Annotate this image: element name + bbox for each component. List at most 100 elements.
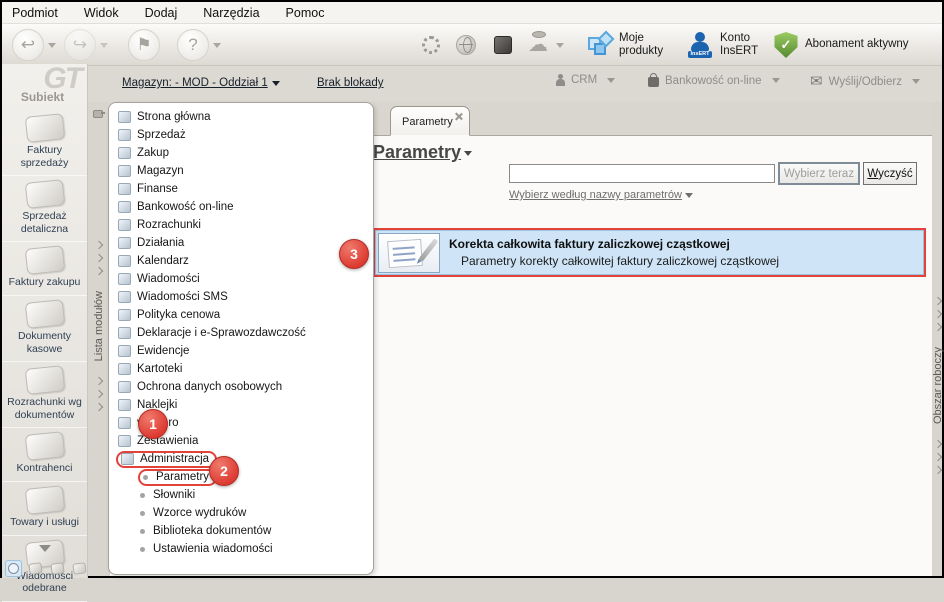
cloud-dropdown-caret-icon[interactable]: [556, 42, 564, 48]
workspace-strip[interactable]: Obszar roboczy: [932, 102, 944, 578]
module-item[interactable]: Zakup: [116, 144, 373, 162]
forward-dropdown-caret-icon[interactable]: [100, 43, 108, 48]
help-icon: ?: [188, 35, 198, 54]
sync-icon[interactable]: [422, 36, 440, 54]
crm-label: CRM: [571, 74, 598, 86]
sidebar-shortcut[interactable]: Towary i usługi: [2, 482, 87, 536]
module-item[interactable]: Deklaracje i e-Sprawozdawczość: [116, 324, 373, 342]
chevron-right-icon: [933, 322, 943, 332]
lock-status-link[interactable]: Brak blokady: [317, 77, 383, 89]
tab-parametry[interactable]: Parametry: [390, 106, 470, 136]
declarations-icon: [118, 327, 131, 339]
module-item[interactable]: Biblioteka dokumentów: [116, 522, 373, 540]
sidebar-more-button[interactable]: [2, 545, 87, 552]
module-item[interactable]: Kalendarz: [116, 252, 373, 270]
send-receive-button[interactable]: ✉ Wyślij/Odbierz: [810, 74, 920, 89]
module-item[interactable]: Wzorce wydruków: [116, 504, 373, 522]
warehouse-selector[interactable]: Magazyn: - MOD - Oddział 1: [122, 77, 280, 89]
my-products-button[interactable]: Moje produkty: [588, 30, 671, 58]
module-item[interactable]: Rozrachunki: [116, 216, 373, 234]
sidebar-shortcut[interactable]: Sprzedaż detaliczna: [2, 176, 87, 243]
module-item[interactable]: Ochrona danych osobowych: [116, 378, 373, 396]
chevron-right-icon: [933, 452, 943, 462]
module-item[interactable]: Finanse: [116, 180, 373, 198]
menu-item[interactable]: Narzędzia: [203, 3, 271, 23]
module-item[interactable]: Parametry: [116, 468, 373, 486]
filter-by-name-link[interactable]: Wybierz według nazwy parametrów: [509, 189, 693, 201]
coins-icon: [28, 562, 43, 575]
mini-purchase-toggle[interactable]: [71, 560, 88, 577]
chevron-right-icon: [94, 403, 104, 412]
globe-icon[interactable]: [456, 35, 476, 55]
parameter-search-input[interactable]: [509, 164, 775, 183]
module-item[interactable]: Bankowość on-line: [116, 198, 373, 216]
annotation-step-2: 2: [209, 456, 239, 486]
banking-icon: [648, 73, 659, 87]
module-item[interactable]: Ewidencje: [116, 342, 373, 360]
flag-button[interactable]: ⚑: [128, 29, 160, 61]
page-title[interactable]: Parametry: [373, 142, 473, 163]
module-item[interactable]: Słowniki: [116, 486, 373, 504]
module-item[interactable]: Wiadomości SMS: [116, 288, 373, 306]
online-banking-button[interactable]: Bankowość on-line: [648, 73, 780, 87]
menu-item[interactable]: Dodaj: [145, 3, 190, 23]
send-receive-icon: ✉: [810, 73, 823, 90]
bullet-icon: [143, 474, 148, 480]
help-dropdown-caret-icon[interactable]: [213, 43, 221, 48]
bullet-icon: [140, 546, 145, 552]
clear-button[interactable]: Wyczyść: [863, 162, 917, 185]
module-item[interactable]: Sprzedaż: [116, 126, 373, 144]
pin-icon[interactable]: [92, 108, 105, 120]
settlements-icon: [118, 219, 131, 231]
mini-retail-toggle[interactable]: [49, 560, 66, 577]
module-item[interactable]: Działania: [116, 234, 373, 252]
sidebar-shortcut[interactable]: Kontrahenci: [2, 428, 87, 482]
sidebar-shortcut[interactable]: Faktury zakupu: [2, 242, 87, 296]
sidebar-shortcut[interactable]: Faktury sprzedaży: [2, 110, 87, 177]
module-item[interactable]: Wiadomości: [116, 270, 373, 288]
vendero-icon: [118, 417, 131, 429]
module-item[interactable]: Magazyn: [116, 162, 373, 180]
module-item[interactable]: Polityka cenowa: [116, 306, 373, 324]
chevron-down-icon: [38, 545, 51, 552]
parameter-result-row[interactable]: Korekta całkowita faktury zaliczkowej cz…: [373, 228, 926, 277]
subscription-status[interactable]: ✓ Abonament aktywny: [774, 32, 909, 58]
products-icon: [588, 30, 615, 57]
subscription-label: Abonament aktywny: [805, 38, 909, 51]
menu-item[interactable]: Pomoc: [286, 3, 337, 23]
module-item[interactable]: Administracja: [116, 450, 373, 468]
annotation-step-1: 1: [138, 409, 168, 439]
warehouse-link[interactable]: Magazyn: - MOD - Oddział 1: [122, 77, 268, 89]
cloud-icon: ☁: [528, 31, 548, 56]
back-dropdown-caret-icon[interactable]: [48, 43, 56, 48]
finance-icon: [118, 183, 131, 195]
cube-icon[interactable]: [494, 36, 512, 54]
back-button[interactable]: ↩: [12, 29, 44, 61]
sms-icon: [118, 291, 131, 303]
insert-account-button[interactable]: InsERT Konto InsERT: [687, 32, 760, 58]
chevron-right-icon: [94, 390, 104, 399]
module-list-strip[interactable]: Lista modułów: [88, 102, 110, 578]
cloud-services-button[interactable]: ☁: [528, 31, 564, 56]
mini-sales-toggle[interactable]: [27, 560, 44, 577]
menu-item[interactable]: Widok: [84, 3, 131, 23]
data-protection-icon: [118, 381, 131, 393]
sidebar-shortcut[interactable]: Rozrachunki wg dokumentów: [2, 362, 87, 429]
account-label: Konto InsERT: [720, 31, 759, 57]
sidebar-shortcut[interactable]: Dokumenty kasowe: [2, 296, 87, 363]
calendar-icon: [118, 255, 131, 267]
mini-overview-toggle[interactable]: [5, 560, 22, 577]
tab-close-icon[interactable]: [454, 112, 463, 121]
forward-button[interactable]: ↪: [64, 29, 96, 61]
bullet-icon: [140, 492, 145, 498]
chevron-right-icon: [94, 240, 104, 250]
circle-icon: [8, 563, 19, 574]
module-item[interactable]: Strona główna: [116, 108, 373, 126]
module-item[interactable]: Kartoteki: [116, 360, 373, 378]
menu-item[interactable]: Podmiot: [12, 3, 70, 23]
module-item[interactable]: Ustawienia wiadomości: [116, 540, 373, 558]
shield-check-icon: ✓: [774, 32, 798, 58]
help-button[interactable]: ?: [177, 29, 209, 61]
crm-button[interactable]: CRM: [556, 74, 616, 86]
select-now-button[interactable]: Wybierz teraz: [778, 162, 860, 185]
